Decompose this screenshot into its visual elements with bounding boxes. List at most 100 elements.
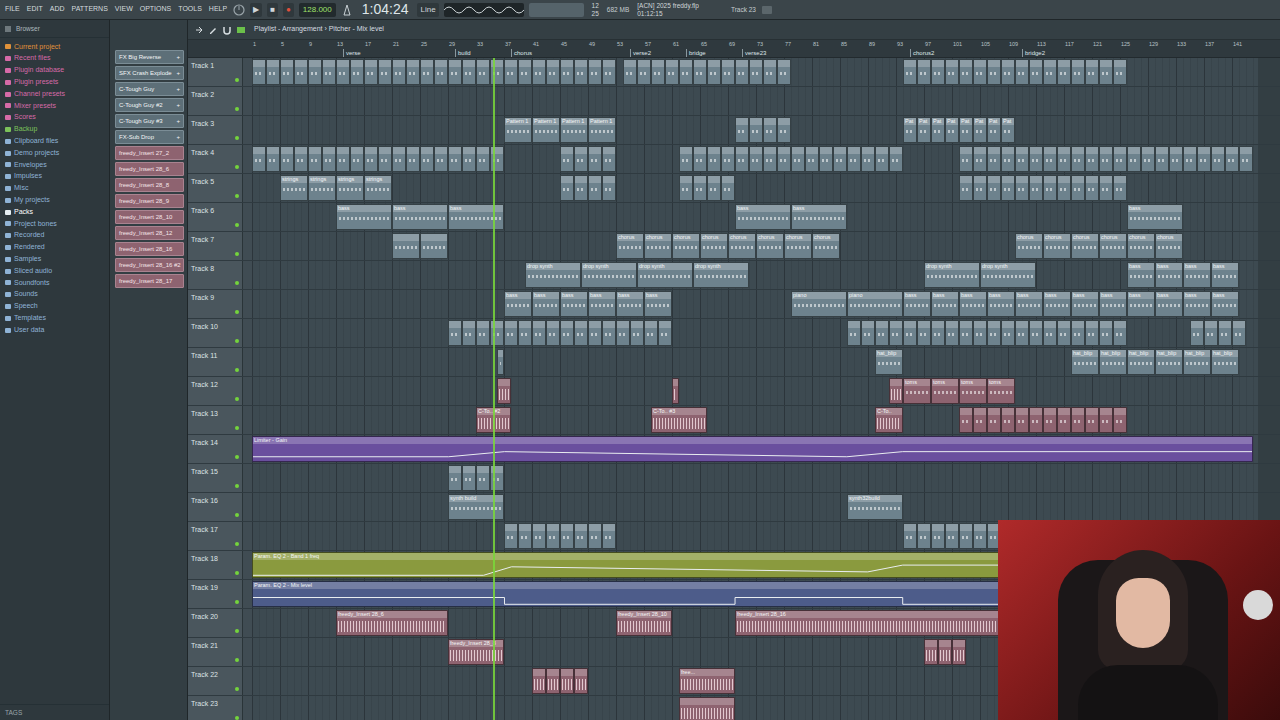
picker-item[interactable]: freedy_Insert 28_12 — [115, 226, 184, 240]
pattern-clip[interactable] — [917, 59, 931, 85]
pattern-clip[interactable] — [1099, 59, 1113, 85]
pattern-clip[interactable] — [252, 146, 266, 172]
pattern-clip[interactable]: bass — [959, 291, 987, 317]
track-header[interactable]: Track 12 — [188, 377, 243, 405]
pattern-clip[interactable] — [777, 117, 791, 143]
track-led-icon[interactable] — [235, 484, 239, 488]
pattern-clip[interactable] — [308, 146, 322, 172]
pattern-clip[interactable] — [847, 146, 861, 172]
pattern-clip[interactable] — [987, 320, 1001, 346]
pattern-clip[interactable] — [1225, 146, 1239, 172]
pattern-clip[interactable] — [602, 59, 616, 85]
track-led-icon[interactable] — [235, 339, 239, 343]
pattern-clip[interactable] — [1113, 320, 1127, 346]
track-header[interactable]: Track 17 — [188, 522, 243, 550]
pattern-clip[interactable]: bass — [1127, 262, 1155, 288]
browser-item[interactable]: Backup — [5, 124, 109, 136]
pattern-clip[interactable] — [1113, 146, 1127, 172]
pattern-clip[interactable] — [945, 320, 959, 346]
pattern-clip[interactable] — [623, 59, 637, 85]
track-header[interactable]: Track 9 — [188, 290, 243, 318]
browser-item[interactable]: Sounds — [5, 289, 109, 301]
pattern-clip[interactable] — [280, 146, 294, 172]
pattern-clip[interactable] — [693, 59, 707, 85]
automation-curve[interactable] — [253, 444, 1252, 461]
pattern-clip[interactable]: toms — [903, 378, 931, 404]
pattern-clip[interactable] — [679, 59, 693, 85]
pattern-clip[interactable] — [532, 523, 546, 549]
stop-button[interactable]: ■ — [267, 3, 278, 17]
track-led-icon[interactable] — [235, 78, 239, 82]
pattern-clip[interactable] — [1197, 146, 1211, 172]
pattern-clip[interactable]: synth32build — [847, 494, 903, 520]
menu-item[interactable]: OPTIONS — [139, 4, 173, 15]
pattern-clip[interactable] — [987, 59, 1001, 85]
pattern-clip[interactable]: drop synth — [581, 262, 637, 288]
pattern-clip[interactable] — [735, 59, 749, 85]
pattern-clip[interactable]: hat_blip — [1099, 349, 1127, 375]
automation-clip[interactable]: Limiter - Gain — [252, 436, 1253, 462]
track-header[interactable]: Track 20 — [188, 609, 243, 637]
pattern-clip[interactable] — [889, 320, 903, 346]
pattern-clip[interactable]: bass — [1127, 204, 1183, 230]
pattern-clip[interactable] — [1015, 59, 1029, 85]
snap-selector[interactable]: Line — [417, 3, 438, 17]
pattern-clip[interactable] — [679, 146, 693, 172]
pattern-clip[interactable]: bass — [903, 291, 931, 317]
pattern-clip[interactable] — [777, 59, 791, 85]
audio-clip[interactable]: freedy_Insert 28_6 — [336, 610, 448, 636]
browser-item[interactable]: Mixer presets — [5, 100, 109, 112]
pattern-clip[interactable] — [266, 59, 280, 85]
picker-item[interactable]: freedy_Insert 28_10 — [115, 210, 184, 224]
track-header[interactable]: Track 5 — [188, 174, 243, 202]
pattern-clip[interactable] — [448, 465, 462, 491]
pattern-clip[interactable] — [280, 59, 294, 85]
pattern-clip[interactable]: chorus — [700, 233, 728, 259]
browser-item[interactable]: Clipboard files — [5, 135, 109, 147]
pattern-clip[interactable] — [1001, 407, 1015, 433]
pattern-clip[interactable] — [917, 320, 931, 346]
picker-item[interactable]: freedy_Insert 28_17 — [115, 274, 184, 288]
pattern-clip[interactable] — [973, 523, 987, 549]
pattern-clip[interactable] — [602, 146, 616, 172]
pattern-clip[interactable]: Pattern 1 — [588, 117, 616, 143]
pattern-clip[interactable] — [1001, 59, 1015, 85]
audio-clip[interactable] — [574, 668, 588, 694]
pattern-clip[interactable] — [931, 320, 945, 346]
pattern-clip[interactable] — [1043, 59, 1057, 85]
track-led-icon[interactable] — [235, 513, 239, 517]
pattern-clip[interactable] — [462, 465, 476, 491]
pattern-clip[interactable] — [1029, 407, 1043, 433]
picker-item[interactable]: freedy_Insert 28_8 — [115, 178, 184, 192]
pattern-clip[interactable]: bass — [1155, 262, 1183, 288]
pattern-clip[interactable]: strings — [336, 175, 364, 201]
pattern-clip[interactable] — [861, 146, 875, 172]
browser-item[interactable]: Templates — [5, 312, 109, 324]
pattern-clip[interactable] — [266, 146, 280, 172]
pattern-clip[interactable] — [861, 320, 875, 346]
pattern-clip[interactable] — [693, 146, 707, 172]
audio-clip[interactable]: C-To.. — [875, 407, 903, 433]
add-button[interactable]: + — [176, 53, 180, 62]
pattern-clip[interactable]: hat_blip — [875, 349, 903, 375]
pattern-clip[interactable] — [1099, 146, 1113, 172]
pattern-clip[interactable] — [1015, 407, 1029, 433]
pattern-clip[interactable]: hat_blip — [1155, 349, 1183, 375]
pattern-clip[interactable] — [1057, 146, 1071, 172]
browser-item[interactable]: Project bones — [5, 218, 109, 230]
pattern-clip[interactable] — [819, 146, 833, 172]
pattern-clip[interactable] — [406, 59, 420, 85]
pattern-clip[interactable] — [959, 320, 973, 346]
pattern-clip[interactable] — [448, 320, 462, 346]
browser-item[interactable]: Samples — [5, 253, 109, 265]
pattern-clip[interactable] — [588, 523, 602, 549]
audio-clip[interactable] — [497, 378, 511, 404]
pattern-clip[interactable] — [546, 523, 560, 549]
pattern-clip[interactable] — [1169, 146, 1183, 172]
pattern-clip[interactable] — [630, 320, 644, 346]
track-led-icon[interactable] — [235, 136, 239, 140]
pattern-clip[interactable] — [1057, 407, 1071, 433]
pattern-clip[interactable]: bass — [644, 291, 672, 317]
track-led-icon[interactable] — [235, 716, 239, 720]
pattern-clip[interactable]: bass — [1127, 291, 1155, 317]
